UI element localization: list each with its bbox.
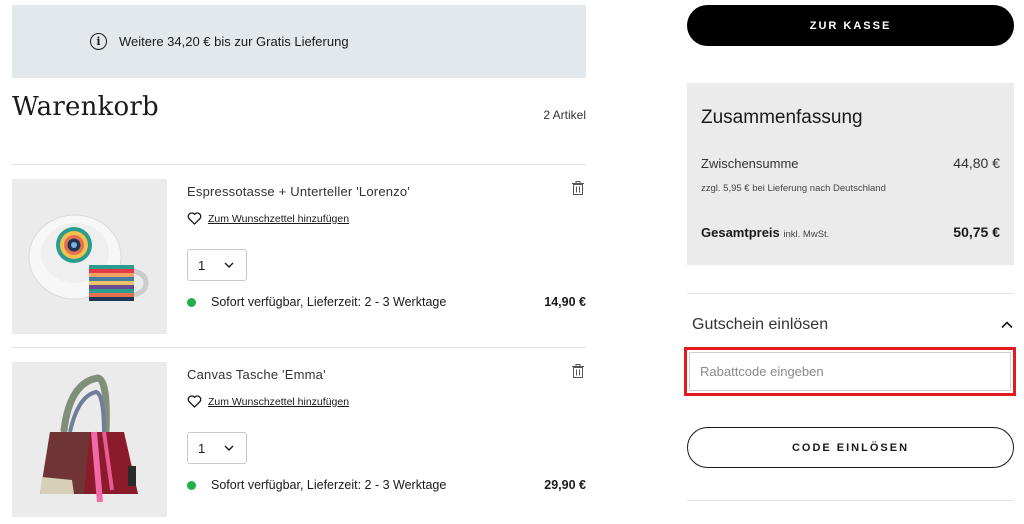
redeem-code-button[interactable]: CODE EINLÖSEN bbox=[687, 427, 1014, 468]
subtotal-label: Zwischensumme bbox=[701, 156, 799, 171]
availability-text: Sofort verfügbar, Lieferzeit: 2 - 3 Werk… bbox=[211, 295, 447, 309]
total-value: 50,75 € bbox=[953, 224, 1000, 240]
divider bbox=[687, 500, 1014, 501]
divider bbox=[12, 347, 586, 348]
trash-icon[interactable] bbox=[572, 181, 584, 195]
chevron-down-icon bbox=[224, 445, 234, 451]
item-price: 29,90 € bbox=[544, 478, 586, 492]
coupon-code-input[interactable] bbox=[689, 352, 1011, 391]
add-to-wishlist-link[interactable]: Zum Wunschzettel hinzufügen bbox=[187, 212, 349, 225]
summary-title: Zusammenfassung bbox=[701, 107, 863, 128]
order-summary: Zusammenfassung Zwischensumme 44,80 € zz… bbox=[687, 83, 1014, 265]
info-icon: i bbox=[90, 33, 107, 50]
quantity-select[interactable]: 1 bbox=[187, 432, 247, 464]
shipping-note: zzgl. 5,95 € bei Lieferung nach Deutschl… bbox=[701, 183, 886, 194]
quantity-value: 1 bbox=[198, 440, 206, 456]
divider bbox=[687, 293, 1014, 294]
cart-item: Canvas Tasche 'Emma' Zum Wunschzettel hi… bbox=[12, 362, 586, 517]
total-label: Gesamtpreis bbox=[701, 225, 780, 240]
chevron-up-icon[interactable] bbox=[1001, 320, 1013, 330]
subtotal-value: 44,80 € bbox=[953, 155, 1000, 171]
coupon-input-highlight bbox=[684, 347, 1016, 396]
add-to-wishlist-link[interactable]: Zum Wunschzettel hinzufügen bbox=[187, 395, 349, 408]
divider bbox=[12, 164, 586, 165]
availability-status: Sofort verfügbar, Lieferzeit: 2 - 3 Werk… bbox=[187, 478, 446, 492]
product-image-canvas-bag[interactable] bbox=[12, 362, 167, 517]
free-shipping-text: Weitere 34,20 € bis zur Gratis Lieferung bbox=[119, 34, 349, 49]
product-name[interactable]: Canvas Tasche 'Emma' bbox=[187, 367, 326, 382]
availability-dot bbox=[187, 297, 196, 307]
checkout-button[interactable]: ZUR KASSE bbox=[687, 5, 1014, 46]
quantity-value: 1 bbox=[198, 257, 206, 273]
item-price: 14,90 € bbox=[544, 295, 586, 309]
total-label-group: Gesamtpreis inkl. MwSt. bbox=[701, 225, 829, 240]
heart-icon bbox=[187, 395, 202, 408]
wishlist-label: Zum Wunschzettel hinzufügen bbox=[208, 212, 350, 225]
free-shipping-banner: i Weitere 34,20 € bis zur Gratis Lieferu… bbox=[12, 5, 586, 78]
heart-icon bbox=[187, 212, 202, 225]
cart-item: Espressotasse + Unterteller 'Lorenzo' Zu… bbox=[12, 179, 586, 334]
chevron-down-icon bbox=[224, 262, 234, 268]
coupon-section-title[interactable]: Gutschein einlösen bbox=[692, 316, 828, 334]
page-title: Warenkorb bbox=[12, 92, 159, 122]
product-image-espresso-cup[interactable] bbox=[12, 179, 167, 334]
wishlist-label: Zum Wunschzettel hinzufügen bbox=[208, 395, 350, 408]
availability-dot bbox=[187, 480, 196, 490]
total-tax-note: inkl. MwSt. bbox=[783, 229, 830, 240]
quantity-select[interactable]: 1 bbox=[187, 249, 247, 281]
availability-status: Sofort verfügbar, Lieferzeit: 2 - 3 Werk… bbox=[187, 295, 446, 309]
product-name[interactable]: Espressotasse + Unterteller 'Lorenzo' bbox=[187, 184, 410, 199]
cart-item-count: 2 Artikel bbox=[543, 108, 586, 122]
availability-text: Sofort verfügbar, Lieferzeit: 2 - 3 Werk… bbox=[211, 478, 447, 492]
trash-icon[interactable] bbox=[572, 364, 584, 378]
